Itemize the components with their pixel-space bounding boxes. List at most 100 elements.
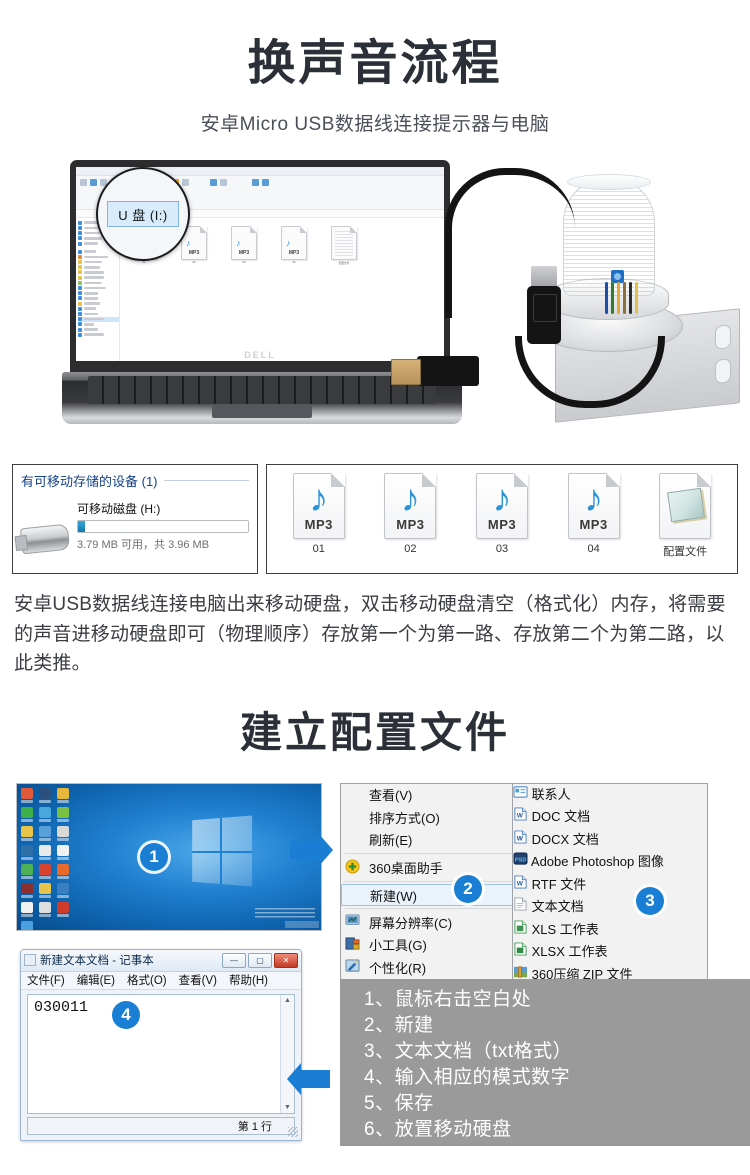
file-label: 03 bbox=[495, 543, 509, 556]
desktop-icon[interactable] bbox=[21, 825, 33, 841]
submenu-item-xlsx[interactable]: XLSX 工作表 bbox=[513, 941, 707, 964]
select-all-icon[interactable] bbox=[252, 179, 259, 187]
desktop-icon[interactable] bbox=[21, 882, 33, 898]
context-menu-item-view[interactable]: 查看(V) ▶ bbox=[341, 784, 529, 807]
desktop-icon[interactable] bbox=[57, 806, 69, 822]
mp3-badge: MP3 bbox=[188, 250, 200, 257]
blank-icon bbox=[346, 887, 364, 903]
context-menu-item-refresh[interactable]: 刷新(E) bbox=[341, 829, 529, 852]
360-icon bbox=[345, 859, 363, 875]
submenu-item-docx[interactable]: W DOCX 文档 bbox=[513, 829, 707, 852]
desktop-icon[interactable] bbox=[39, 901, 51, 917]
desktop-icon[interactable] bbox=[21, 901, 33, 917]
select-none-icon[interactable] bbox=[262, 179, 269, 187]
open-icon[interactable] bbox=[220, 179, 227, 187]
notepad-statusbar: 第 1 行 bbox=[27, 1116, 295, 1135]
minimize-button[interactable]: — bbox=[222, 952, 246, 968]
file-item[interactable]: ♪ MP3 02 bbox=[375, 473, 445, 555]
music-note-icon: ♪ bbox=[186, 238, 191, 249]
explorer-file-item[interactable]: ♪ MP3 03 bbox=[226, 226, 262, 265]
files-strip: ♪ MP3 01 ♪ MP3 02 ♪ MP3 03 ♪ MP3 04 配置文件 bbox=[273, 473, 731, 565]
word-icon: W bbox=[513, 830, 528, 847]
file-item-config[interactable]: 配置文件 bbox=[650, 473, 720, 559]
drive-row[interactable]: 可移动磁盘 (H:) 3.79 MB 可用，共 3.96 MB bbox=[19, 500, 249, 555]
file-item[interactable]: ♪ MP3 04 bbox=[559, 473, 629, 555]
line-indicator: 第 1 行 bbox=[237, 1120, 272, 1133]
menu-label: 联系人 bbox=[531, 786, 571, 802]
menu-label: DOCX 文档 bbox=[531, 831, 599, 847]
beacon-device-image bbox=[391, 160, 745, 448]
header-rule bbox=[163, 480, 249, 482]
explorer-file-item[interactable]: 配置文件 bbox=[326, 226, 362, 265]
desktop-icon[interactable] bbox=[39, 844, 51, 860]
desktop-icon[interactable] bbox=[39, 825, 51, 841]
new-item-icon[interactable] bbox=[182, 179, 189, 187]
submenu-item-photoshop[interactable]: PSD Adobe Photoshop 图像 bbox=[513, 851, 707, 874]
desktop-icon[interactable] bbox=[57, 882, 69, 898]
desktop-icon[interactable] bbox=[39, 863, 51, 879]
desktop-icon[interactable] bbox=[57, 787, 69, 803]
submenu-item-text-document[interactable]: 文本文档 bbox=[513, 896, 707, 919]
desktop-icon[interactable] bbox=[21, 787, 33, 803]
notepad-textarea[interactable]: 030011 ▲ ▼ bbox=[27, 993, 295, 1114]
mp3-badge: MP3 bbox=[238, 250, 250, 257]
ribbon-group-open bbox=[210, 179, 227, 187]
music-note-icon: ♪ bbox=[400, 478, 420, 521]
menu-label: RTF 文件 bbox=[531, 876, 587, 892]
context-menu-item-sortby[interactable]: 排序方式(O) ▶ bbox=[341, 806, 529, 829]
desktop-icon[interactable] bbox=[21, 863, 33, 879]
section2-body: 1 查看(V) ▶ 排序方式(O) ▶ 刷新(E) 360桌面助手 ▶ 新建(W… bbox=[0, 775, 750, 1155]
file-item[interactable]: ♪ MP3 03 bbox=[467, 473, 537, 555]
word-icon: W bbox=[513, 807, 528, 824]
scroll-down-icon[interactable]: ▼ bbox=[284, 1104, 291, 1111]
drive-info: 可移动磁盘 (H:) 3.79 MB 可用，共 3.96 MB bbox=[77, 500, 249, 552]
desktop-icon[interactable] bbox=[39, 882, 51, 898]
explorer-file-item[interactable]: ♪ MP3 04 bbox=[276, 226, 312, 265]
desktop-icon[interactable] bbox=[57, 844, 69, 860]
desktop-icon[interactable] bbox=[21, 920, 33, 930]
gadget-icon bbox=[345, 937, 363, 953]
menu-file[interactable]: 文件(F) bbox=[27, 972, 65, 988]
context-menu-item-360-desktop[interactable]: 360桌面助手 ▶ bbox=[341, 856, 529, 879]
context-menu-item-screen-resolution[interactable]: 屏幕分辨率(C) bbox=[341, 911, 529, 934]
submenu-item-doc[interactable]: W DOC 文档 bbox=[513, 806, 707, 829]
usb-a-connector bbox=[391, 356, 479, 387]
submenu-item-rtf[interactable]: W RTF 文件 bbox=[513, 874, 707, 897]
context-menu-item-new[interactable]: 新建(W) ▶ bbox=[341, 883, 529, 907]
excel-icon bbox=[513, 920, 528, 937]
submenu-item-contact[interactable]: 联系人 bbox=[513, 784, 707, 807]
pin-icon[interactable] bbox=[80, 179, 87, 187]
menu-edit[interactable]: 编辑(E) bbox=[77, 972, 115, 988]
close-button[interactable]: ✕ bbox=[274, 952, 298, 968]
notepad-titlebar: 新建文本文档 - 记事本 — ▢ ✕ bbox=[21, 949, 301, 972]
copy-icon[interactable] bbox=[90, 179, 97, 187]
step-badge-4: 4 bbox=[112, 1000, 140, 1029]
desktop-icon[interactable] bbox=[57, 901, 69, 917]
desktop-icon[interactable] bbox=[57, 825, 69, 841]
context-menu-item-personalize[interactable]: 个性化(R) bbox=[341, 956, 529, 979]
file-item[interactable]: ♪ MP3 01 bbox=[284, 473, 354, 555]
menu-help[interactable]: 帮助(H) bbox=[229, 972, 268, 988]
menu-label: 新建(W) bbox=[370, 888, 417, 904]
resize-grip[interactable] bbox=[288, 1126, 298, 1137]
menu-label: XLS 工作表 bbox=[531, 921, 599, 937]
file-label: 04 bbox=[292, 261, 296, 265]
file-label: 01 bbox=[142, 261, 146, 265]
menu-format[interactable]: 格式(O) bbox=[127, 972, 167, 988]
notepad-scrollbar[interactable]: ▲ ▼ bbox=[280, 994, 294, 1113]
desktop-icon[interactable] bbox=[57, 863, 69, 879]
nav-item-control-panel[interactable] bbox=[78, 332, 119, 337]
properties-icon[interactable] bbox=[210, 179, 217, 187]
menu-view[interactable]: 查看(V) bbox=[179, 972, 217, 988]
music-note-icon: ♪ bbox=[584, 478, 604, 521]
desktop-icon[interactable] bbox=[39, 806, 51, 822]
menu-separator bbox=[345, 853, 525, 855]
context-menu-item-gadgets[interactable]: 小工具(G) bbox=[341, 934, 529, 957]
desktop-icon[interactable] bbox=[39, 787, 51, 803]
submenu-item-xls[interactable]: XLS 工作表 bbox=[513, 919, 707, 942]
step-item: 6、放置移动硬盘 bbox=[364, 1118, 512, 1140]
maximize-button[interactable]: ▢ bbox=[248, 952, 272, 968]
desktop-icon[interactable] bbox=[21, 806, 33, 822]
scroll-up-icon[interactable]: ▲ bbox=[284, 997, 291, 1004]
desktop-icon[interactable] bbox=[21, 844, 33, 860]
